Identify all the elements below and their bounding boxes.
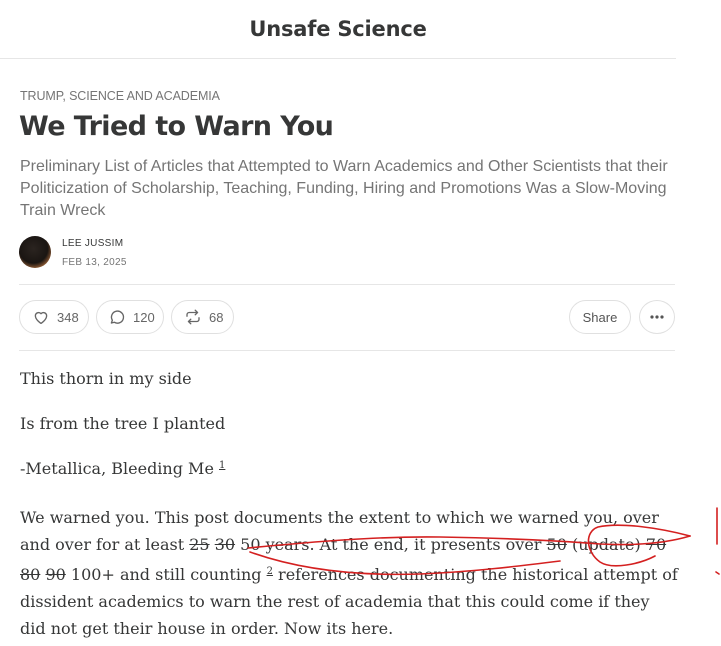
comment-count: 120: [133, 309, 155, 325]
struck-50: 50: [546, 535, 567, 554]
comment-icon: [108, 308, 126, 326]
struck-25: 25: [189, 535, 210, 554]
author-avatar[interactable]: [19, 236, 51, 268]
site-header: Unsafe Science: [0, 0, 676, 59]
share-label: Share: [582, 309, 618, 325]
intro-paragraph: We warned you. This post documents the e…: [20, 504, 680, 642]
para-text-d: 100+ and still counting: [70, 565, 267, 584]
like-button[interactable]: 348: [19, 300, 89, 334]
footnote-link-1[interactable]: 1: [219, 460, 225, 471]
divider-top: [19, 284, 675, 285]
site-title[interactable]: Unsafe Science: [249, 17, 426, 41]
heart-icon: [32, 308, 50, 326]
struck-70: 70: [645, 535, 667, 554]
post-title: We Tried to Warn You: [19, 111, 334, 142]
divider-bottom: [19, 350, 675, 351]
struck-80: 80: [20, 565, 41, 584]
quote-line-2: Is from the tree I planted: [20, 414, 226, 433]
share-button[interactable]: Share: [569, 300, 631, 334]
struck-90: 90: [45, 565, 66, 584]
para-text-c: (update): [571, 535, 646, 554]
attribution-text: -Metallica, Bleeding Me: [20, 459, 214, 478]
restack-button[interactable]: 68: [171, 300, 234, 334]
more-options-button[interactable]: [639, 300, 675, 334]
author-name[interactable]: LEE JUSSIM: [62, 238, 123, 249]
restack-count: 68: [209, 309, 224, 325]
comment-button[interactable]: 120: [96, 300, 164, 334]
post-category[interactable]: TRUMP, SCIENCE AND ACADEMIA: [20, 89, 220, 103]
restack-icon: [184, 308, 202, 326]
quote-line-1: This thorn in my side: [20, 369, 192, 388]
struck-30: 30: [214, 535, 236, 554]
more-icon: [649, 309, 665, 325]
post-subtitle: Preliminary List of Articles that Attemp…: [20, 158, 668, 219]
like-count: 348: [57, 309, 79, 325]
quote-attribution: -Metallica, Bleeding Me 1: [20, 459, 680, 478]
para-text-b: 50 years. At the end, it presents over: [240, 535, 547, 554]
post-date: FEB 13, 2025: [62, 257, 127, 268]
